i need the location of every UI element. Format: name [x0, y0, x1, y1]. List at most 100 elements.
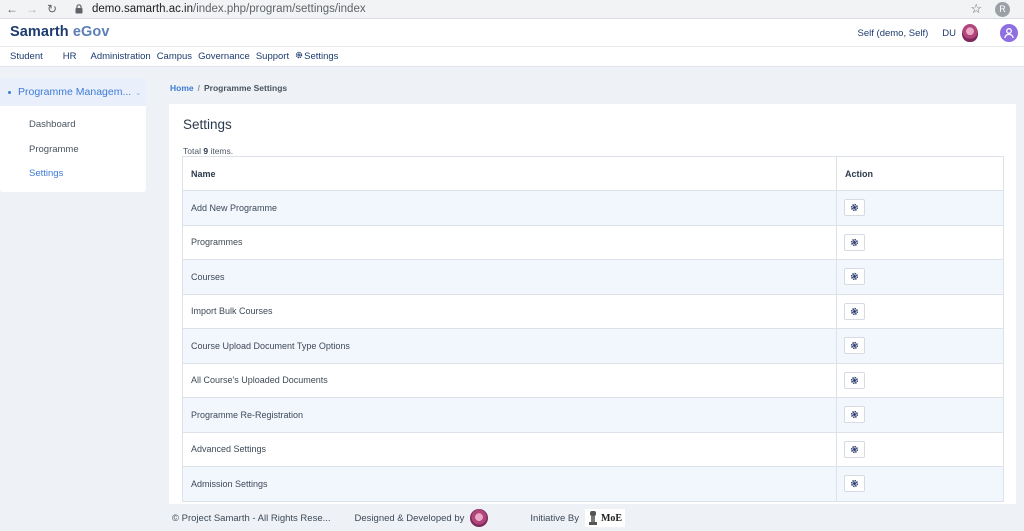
nav-settings[interactable]: Settings: [295, 51, 338, 62]
setting-name: Courses: [182, 259, 837, 295]
column-header-name: Name: [182, 156, 837, 191]
nav-settings-label: Settings: [304, 51, 339, 62]
moe-text: MoE: [600, 512, 623, 524]
table-row: Advanced Settings: [182, 431, 1004, 467]
setting-name: Add New Programme: [182, 190, 837, 226]
nav-support[interactable]: Support: [256, 51, 289, 62]
national-emblem-icon: [588, 511, 597, 525]
setting-name: Programmes: [182, 224, 837, 260]
nav-hr[interactable]: HR: [63, 51, 77, 62]
browser-profile-avatar[interactable]: R: [995, 2, 1010, 17]
action-cell: [836, 259, 1004, 295]
gear-icon: [850, 307, 859, 316]
table-row: All Course's Uploaded Documents: [182, 362, 1004, 398]
address-bar[interactable]: demo.samarth.ac.in/index.php/program/set…: [92, 3, 366, 15]
footer-initiative-by: Initiative By: [530, 512, 579, 524]
setting-name: Import Bulk Courses: [182, 293, 837, 329]
nav-campus[interactable]: Campus: [157, 51, 192, 62]
app-header: Samarth eGov Self (demo, Self) DU: [0, 19, 1024, 47]
settings-action-button[interactable]: [844, 233, 865, 251]
summary-count: 9: [203, 146, 209, 156]
footer-designed-by: Designed & Developed by: [354, 512, 465, 524]
breadcrumb-current: Programme Settings: [204, 83, 288, 93]
app-logo[interactable]: Samarth eGov: [10, 24, 110, 40]
forward-arrow-icon[interactable]: →: [22, 2, 42, 16]
action-cell: [836, 190, 1004, 226]
footer-copyright: © Project Samarth - All Rights Rese...: [172, 512, 331, 524]
browser-toolbar: ← → ↻ demo.samarth.ac.in/index.php/progr…: [0, 0, 1024, 19]
gear-icon: [850, 272, 859, 281]
footer: © Project Samarth - All Rights Rese... D…: [172, 507, 626, 529]
gear-icon: [850, 376, 859, 385]
page-title: Settings: [183, 117, 232, 132]
items-summary: Total 9 items.: [183, 146, 233, 156]
chevron-down-icon: ⌄: [135, 90, 142, 97]
sidebar-module-title: Programme Managem...: [18, 86, 132, 98]
settings-action-button[interactable]: [844, 371, 865, 389]
gear-icon: [295, 51, 303, 62]
lock-icon: [74, 4, 84, 14]
setting-name: All Course's Uploaded Documents: [182, 362, 837, 398]
action-cell: [836, 224, 1004, 260]
gear-icon: [850, 341, 859, 350]
setting-name: Course Upload Document Type Options: [182, 328, 837, 364]
sidebar-item-dashboard[interactable]: Dashboard: [0, 113, 146, 138]
logo-text-samarth: Samarth: [10, 24, 69, 40]
settings-action-button[interactable]: [844, 440, 865, 458]
university-emblem-icon: [962, 24, 978, 42]
logo-text-egov: eGov: [72, 24, 110, 40]
sidebar-item-programme[interactable]: Programme: [0, 138, 146, 163]
nav-student[interactable]: Student: [10, 51, 43, 62]
gear-icon: [850, 479, 859, 488]
settings-action-button[interactable]: [844, 199, 865, 217]
table-row: Courses: [182, 259, 1004, 295]
settings-action-button[interactable]: [844, 302, 865, 320]
setting-name: Programme Re-Registration: [182, 397, 837, 433]
table-row: Admission Settings: [182, 466, 1004, 502]
gear-icon: [850, 410, 859, 419]
main-nav: Student HR Administration Campus Governa…: [0, 47, 1024, 67]
sidebar: Programme Managem... ⌄ Dashboard Program…: [0, 78, 146, 192]
settings-action-button[interactable]: [844, 268, 865, 286]
settings-table: Name Action Add New Programme Programmes C…: [182, 156, 1004, 502]
gear-icon: [850, 238, 859, 247]
nav-governance[interactable]: Governance: [198, 51, 250, 62]
reload-icon[interactable]: ↻: [42, 2, 62, 16]
settings-action-button[interactable]: [844, 475, 865, 493]
url-path: /index.php/program/settings/index: [193, 3, 366, 15]
column-header-action: Action: [836, 156, 1004, 191]
org-label[interactable]: DU: [942, 28, 956, 39]
table-row: Add New Programme: [182, 190, 1004, 226]
summary-prefix: Total: [183, 146, 201, 156]
user-area: Self (demo, Self) DU: [858, 22, 1018, 44]
bookmark-star-icon[interactable]: ☆: [970, 1, 982, 17]
breadcrumb-home[interactable]: Home: [170, 83, 194, 93]
url-host: demo.samarth.ac.in: [92, 3, 193, 15]
table-row: Course Upload Document Type Options: [182, 328, 1004, 364]
bullet-icon: [8, 90, 11, 94]
breadcrumb: Home / Programme Settings: [170, 83, 287, 93]
breadcrumb-separator: /: [197, 83, 200, 93]
setting-name: Advanced Settings: [182, 431, 837, 467]
action-cell: [836, 293, 1004, 329]
gear-icon: [850, 203, 859, 212]
summary-suffix: items.: [210, 146, 234, 156]
sidebar-module-toggle[interactable]: Programme Managem... ⌄: [0, 78, 146, 106]
settings-action-button[interactable]: [844, 406, 865, 424]
table-row: Programmes: [182, 224, 1004, 260]
setting-name: Admission Settings: [182, 466, 837, 502]
sidebar-item-settings[interactable]: Settings: [0, 162, 146, 187]
table-row: Import Bulk Courses: [182, 293, 1004, 329]
action-cell: [836, 362, 1004, 398]
action-cell: [836, 466, 1004, 502]
user-avatar-icon[interactable]: [1000, 24, 1018, 42]
back-arrow-icon[interactable]: ←: [2, 2, 22, 16]
settings-action-button[interactable]: [844, 337, 865, 355]
nav-administration[interactable]: Administration: [90, 51, 150, 62]
user-label[interactable]: Self (demo, Self): [858, 28, 929, 39]
action-cell: [836, 328, 1004, 364]
action-cell: [836, 431, 1004, 467]
table-row: Programme Re-Registration: [182, 397, 1004, 433]
gear-icon: [850, 445, 859, 454]
moe-logo: MoE: [584, 509, 626, 527]
